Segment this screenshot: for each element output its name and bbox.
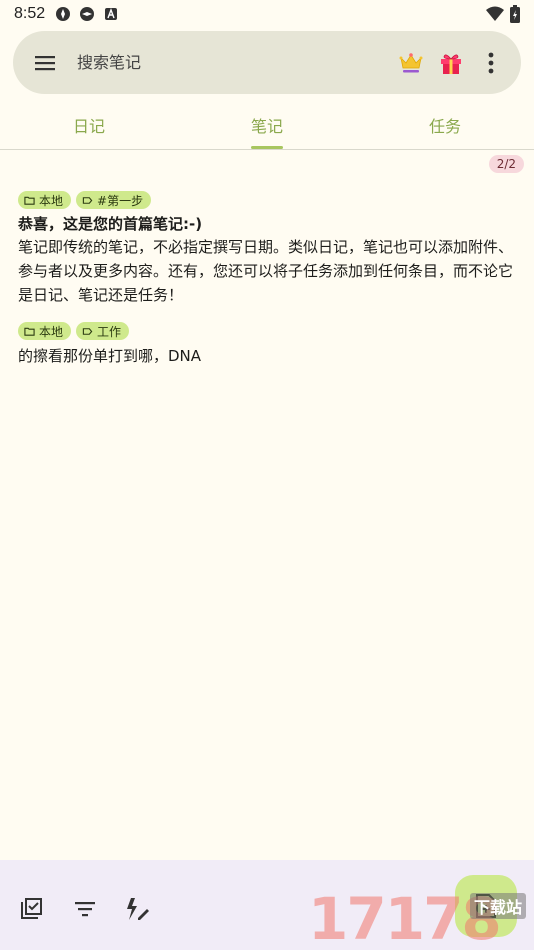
note-card[interactable]: 本地 工作 的擦看那份单打到哪，DNA: [8, 316, 524, 378]
tag-row: 本地 工作: [18, 322, 514, 340]
app-notification-icon: [56, 7, 71, 21]
more-vert-icon: [488, 52, 494, 73]
tag-row: 本地 #第一步: [18, 191, 514, 209]
menu-icon[interactable]: [33, 51, 57, 75]
crown-icon: [399, 52, 423, 72]
note-body: 笔记即传统的笔记，不必指定撰写日期。类似日记，笔记也可以添加附件、参与者以及更多…: [18, 238, 514, 304]
status-bar: 8:52: [0, 0, 534, 28]
tab-notes[interactable]: 笔记: [178, 100, 356, 149]
battery-icon: [510, 5, 520, 23]
search-bar[interactable]: [13, 31, 521, 94]
note-title: 恭喜，这是您的首篇笔记:-): [18, 215, 203, 233]
filter-icon[interactable]: [72, 896, 98, 922]
app-notification-icon: [80, 7, 95, 21]
search-input[interactable]: [77, 53, 385, 72]
count-badge: 2/2: [488, 155, 524, 173]
note-card[interactable]: 本地 #第一步 恭喜，这是您的首篇笔记:-) 笔记即传统的笔记，不必指定撰写日期…: [8, 185, 524, 317]
tab-bar: 日记 笔记 任务: [0, 100, 534, 150]
quick-edit-icon[interactable]: [124, 896, 150, 922]
tag-label: 工作: [97, 324, 122, 339]
collection-tag: 本地: [18, 322, 72, 340]
category-tag: #第一步: [76, 191, 152, 209]
label-icon: [82, 196, 93, 204]
checklist-icon[interactable]: [18, 896, 44, 922]
label-icon: [82, 327, 93, 335]
premium-crown-button[interactable]: [397, 49, 425, 77]
folder-icon: [24, 196, 35, 205]
note-body: 的擦看那份单打到哪，DNA: [18, 347, 202, 365]
tag-label: 本地: [39, 193, 64, 208]
gift-button[interactable]: [437, 49, 465, 77]
collection-tag: 本地: [18, 191, 72, 209]
watermark-label: 下载站: [470, 893, 527, 919]
tab-tasks[interactable]: 任务: [356, 100, 534, 149]
folder-icon: [24, 327, 35, 336]
font-notification-icon: [105, 8, 118, 20]
tag-label: #第一步: [97, 193, 144, 208]
category-tag: 工作: [76, 322, 130, 340]
more-options-button[interactable]: [477, 49, 505, 77]
status-indicators: [486, 5, 520, 23]
wifi-icon: [486, 6, 504, 21]
tag-label: 本地: [39, 324, 64, 339]
tab-journal[interactable]: 日记: [0, 100, 178, 149]
gift-icon: [441, 54, 461, 74]
status-time: 8:52: [14, 5, 46, 22]
